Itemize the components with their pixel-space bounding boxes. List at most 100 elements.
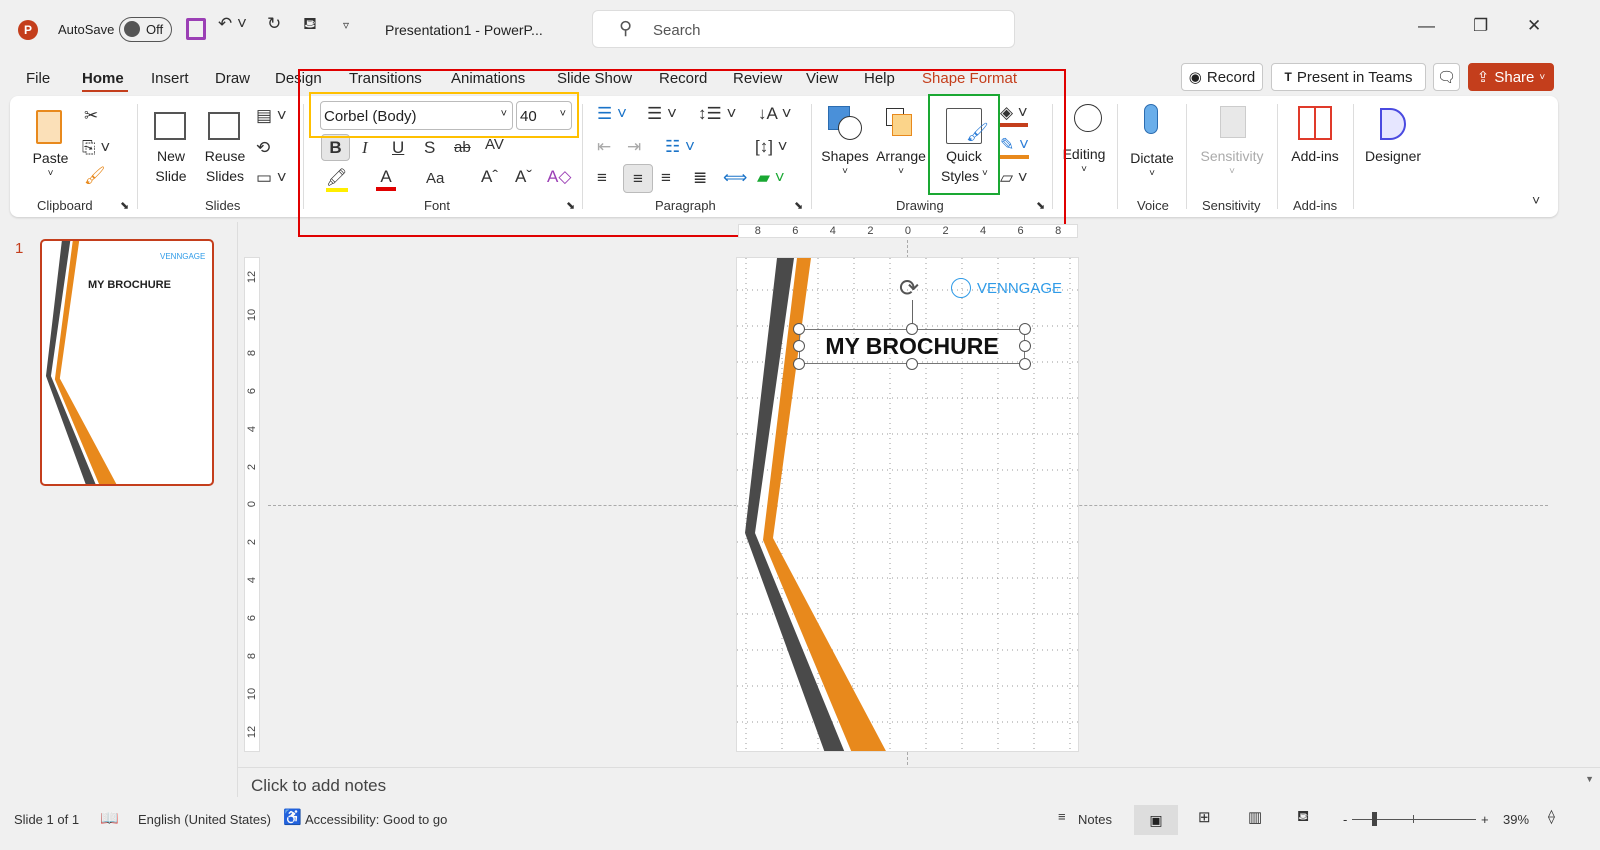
share-button[interactable]: ⇪ Share ˅ (1468, 63, 1554, 91)
search-placeholder: Search (653, 22, 701, 39)
fit-to-window-icon[interactable]: ⟠ (1548, 808, 1555, 825)
tab-file[interactable]: File (26, 70, 50, 87)
ruler-tick: 8 (246, 653, 258, 660)
teams-icon: T (1284, 70, 1292, 84)
format-painter-icon[interactable]: 🖌 (84, 166, 106, 186)
new-slide-button[interactable]: New Slide (148, 104, 194, 189)
venngage-logo: VENNGAGE (951, 278, 1062, 298)
normal-view-button[interactable]: ▣ (1134, 805, 1178, 835)
chevron-down-icon: ˅ (1229, 166, 1235, 177)
ruler-tick: 2 (246, 463, 258, 470)
designer-button[interactable]: Designer (1360, 102, 1426, 172)
paste-icon (36, 110, 62, 144)
thumbnail-logo: VENNGAGE (160, 252, 206, 261)
save-icon[interactable] (186, 18, 206, 40)
reading-view-icon[interactable]: ▥ (1248, 808, 1262, 826)
notes-pane[interactable]: Click to add notes ▼ (238, 767, 1600, 802)
venngage-logo-text: VENNGAGE (977, 279, 1063, 297)
reuse-label: Reuse (204, 148, 246, 164)
undo-icon[interactable]: ↶ ˅ (218, 14, 247, 34)
reuse-slides-button[interactable]: Reuse Slides (202, 104, 248, 189)
slide-sorter-icon[interactable]: ⊞ (1198, 808, 1211, 826)
chevron-down-icon: ˅ (47, 168, 54, 179)
accessibility-icon[interactable]: ♿ (283, 808, 302, 826)
tab-home[interactable]: Home (82, 70, 124, 87)
layout-icon[interactable]: ▤ ˅ (256, 106, 287, 126)
scroll-down-icon[interactable]: ▼ (1585, 774, 1594, 784)
resize-handle[interactable] (906, 323, 918, 335)
cut-icon[interactable]: ✂ (84, 106, 98, 126)
document-title: Presentation1 - PowerP... (385, 22, 543, 38)
sensitivity-button[interactable]: Sensitivity ˅ (1192, 102, 1272, 184)
chevron-down-icon: ˅ (1149, 168, 1155, 179)
tab-draw[interactable]: Draw (215, 70, 250, 87)
resize-handle[interactable] (906, 358, 918, 370)
ruler-tick: 8 (246, 349, 258, 356)
slide-thumbnail[interactable]: VENNGAGE MY BROCHURE (40, 239, 214, 486)
ruler-tick: 12 (246, 270, 258, 284)
ruler-tick: 6 (1017, 225, 1024, 237)
ruler-tick: 4 (246, 577, 258, 584)
dictate-button[interactable]: Dictate ˅ (1124, 102, 1180, 184)
close-icon[interactable]: ✕ (1527, 16, 1541, 36)
add-ins-group-label: Add-ins (1293, 198, 1338, 213)
ruler-tick: 10 (246, 687, 258, 701)
dialog-launcher-icon[interactable]: ⬊ (120, 199, 129, 212)
collapse-ribbon-icon[interactable]: ˅ (1532, 192, 1540, 208)
resize-handle[interactable] (793, 358, 805, 370)
sensitivity-group-label: Sensitivity (1202, 198, 1261, 213)
share-label: Share (1494, 68, 1535, 86)
resize-handle[interactable] (1019, 323, 1031, 335)
search-box[interactable]: ⚲ Search (592, 10, 1015, 48)
zoom-in-button[interactable]: + (1481, 812, 1489, 827)
zoom-level[interactable]: 39% (1503, 812, 1529, 827)
ruler-tick: 2 (246, 539, 258, 546)
section-icon[interactable]: ▭ ˅ (256, 168, 287, 188)
present-in-teams-button[interactable]: T Present in Teams (1271, 63, 1426, 91)
resize-handle[interactable] (1019, 358, 1031, 370)
zoom-out-button[interactable]: - (1343, 812, 1347, 827)
resize-handle[interactable] (793, 323, 805, 335)
slide-title: MY BROCHURE (825, 333, 999, 359)
notes-icon[interactable]: ≡ (1058, 809, 1066, 824)
restore-icon[interactable]: ❐ (1473, 16, 1488, 36)
ruler-tick: 4 (979, 225, 987, 237)
present-icon[interactable]: ⛾ (303, 14, 317, 36)
rotate-handle-icon[interactable]: ⟳ (899, 274, 919, 303)
reuse-label-2: Slides (205, 168, 245, 184)
tab-insert[interactable]: Insert (151, 70, 189, 87)
paste-button[interactable]: Paste ˅ (28, 104, 73, 184)
reset-icon[interactable]: ⟲ (256, 138, 270, 158)
ruler-tick: 6 (792, 225, 799, 237)
zoom-slider-thumb[interactable] (1372, 812, 1377, 826)
resize-handle[interactable] (793, 340, 805, 352)
resize-handle[interactable] (1019, 340, 1031, 352)
spelling-icon[interactable]: 📖 (100, 809, 119, 827)
ruler-tick: 6 (246, 387, 258, 394)
copy-icon[interactable]: ⎘ ˅ (82, 138, 110, 158)
add-ins-label: Add-ins (1291, 148, 1339, 164)
add-ins-button[interactable]: Add-ins (1282, 102, 1348, 172)
search-icon: ⚲ (619, 18, 633, 38)
slide-counter: Slide 1 of 1 (14, 812, 80, 827)
slideshow-icon[interactable]: ⛾ (1297, 808, 1309, 827)
clipboard-group-label: Clipboard (37, 198, 93, 213)
language-status[interactable]: English (United States) (138, 812, 271, 827)
autosave-label: AutoSave (58, 22, 115, 37)
record-icon: ◉ (1188, 69, 1202, 86)
comments-button[interactable]: 🗨 (1433, 63, 1460, 91)
ruler-tick: 12 (246, 725, 258, 739)
customize-qat-icon[interactable]: ▿ (343, 18, 349, 32)
zoom-slider-center-tick (1413, 815, 1414, 823)
notes-button[interactable]: Notes (1078, 812, 1112, 827)
minimize-icon[interactable]: — (1418, 16, 1435, 36)
thumbnail-title: MY BROCHURE (88, 279, 171, 291)
autosave-toggle[interactable]: Off (119, 17, 172, 42)
slide-canvas[interactable]: VENNGAGE ⟳ MY BROCHURE (736, 257, 1079, 752)
redo-icon[interactable]: ↻ (267, 14, 281, 34)
thumbnail-stripes (45, 241, 117, 484)
zoom-slider[interactable] (1352, 812, 1476, 826)
notes-placeholder: Click to add notes (251, 776, 387, 795)
record-button[interactable]: ◉ Record (1181, 63, 1263, 91)
accessibility-status[interactable]: Accessibility: Good to go (305, 812, 447, 827)
